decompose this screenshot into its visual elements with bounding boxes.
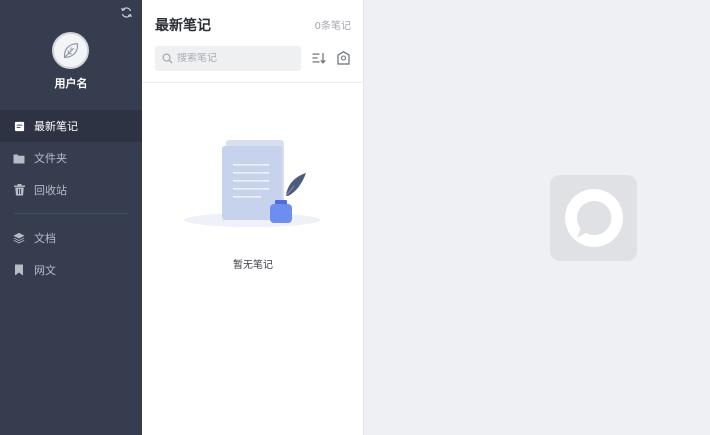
note-count: 0条笔记 <box>314 21 351 32</box>
sidebar-item-label: 网文 <box>34 264 56 277</box>
leaf-icon <box>63 42 78 58</box>
sidebar-item-label: 最新笔记 <box>34 120 78 133</box>
notes-list-panel: 最新笔记 0条笔记 暂无笔记 <box>142 0 364 435</box>
empty-notes-illustration <box>184 136 324 228</box>
shirt-icon <box>336 51 350 65</box>
folder-icon <box>13 152 25 164</box>
sidebar-divider <box>14 213 128 214</box>
search-icon <box>162 53 173 64</box>
sidebar-item-label: 文件夹 <box>34 152 67 165</box>
sidebar-item-trash[interactable]: 回收站 <box>0 174 142 206</box>
sidebar-item-web-articles[interactable]: 网文 <box>0 254 142 286</box>
sync-button[interactable] <box>118 4 134 20</box>
document-icon <box>13 120 25 132</box>
page-title: 最新笔记 <box>155 18 211 34</box>
bookmark-icon <box>13 264 25 276</box>
avatar[interactable] <box>52 32 89 69</box>
editor-empty-area <box>365 0 710 435</box>
sidebar-item-label: 回收站 <box>34 184 67 197</box>
sort-button[interactable] <box>311 50 327 66</box>
panel-divider <box>142 82 364 83</box>
notes-paper-icon <box>184 140 320 227</box>
app-logo-icon <box>550 175 637 261</box>
new-note-button[interactable] <box>335 50 351 66</box>
sidebar: 用户名 最新笔记 文件夹 回收站 文档 网文 <box>0 0 142 435</box>
empty-state-text: 暂无笔记 <box>233 260 273 271</box>
refresh-icon <box>120 6 132 18</box>
username: 用户名 <box>54 77 88 90</box>
search-input[interactable] <box>177 53 289 64</box>
sidebar-item-documents[interactable]: 文档 <box>0 222 142 254</box>
search-box[interactable] <box>155 46 301 71</box>
sidebar-item-latest-notes[interactable]: 最新笔记 <box>0 110 142 142</box>
trash-icon <box>13 184 25 196</box>
sidebar-item-label: 文档 <box>34 232 56 245</box>
layers-icon <box>13 232 25 244</box>
sidebar-item-folders[interactable]: 文件夹 <box>0 142 142 174</box>
sort-icon <box>312 53 326 64</box>
